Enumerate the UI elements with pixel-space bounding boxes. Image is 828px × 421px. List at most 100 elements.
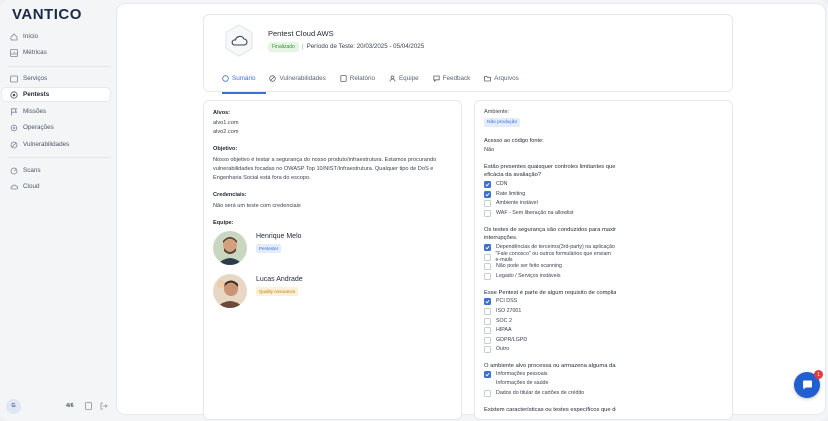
objective-label: Objetivo:: [213, 146, 238, 152]
sidebar-item-servicos[interactable]: Serviços: [2, 72, 110, 85]
tab-sumario[interactable]: Sumário: [222, 71, 255, 85]
sidebar-item-label: Operações: [23, 124, 54, 131]
checkbox-label: Ambiente instável: [496, 200, 538, 206]
checkbox-label: Dependências de terceiros(3rd-party) na …: [496, 244, 615, 250]
tab-label: Relatório: [349, 74, 375, 82]
cloud-hexagon-icon: [225, 24, 253, 57]
tab-arquivos[interactable]: Arquivos: [484, 71, 519, 85]
checkbox-label: Outro: [496, 346, 510, 352]
question-limiting-controls: Estão presentes quaisquer controles limi…: [484, 164, 616, 178]
member-avatar: [213, 231, 247, 265]
feedback-icon: [432, 75, 440, 82]
checkbox-checked[interactable]: [484, 180, 491, 188]
sidebar-item-cloud[interactable]: Cloud: [2, 180, 110, 193]
tab-label: Arquivos: [494, 74, 519, 82]
checkbox-unchecked[interactable]: [484, 389, 491, 397]
tab-vulnerabilidades[interactable]: Vulnerabilidades: [269, 71, 326, 85]
sidebar-item-missoes[interactable]: Missões: [2, 105, 110, 118]
question-sensitive-data: O ambiente alvo processa ou armazena alg…: [484, 363, 616, 369]
sidebar-item-label: Missões: [23, 108, 47, 115]
checkbox-label: ISO 27001: [496, 308, 522, 314]
credentials-label: Credenciais:: [213, 192, 247, 198]
user-avatar[interactable]: G: [6, 398, 21, 414]
checkbox-third-party[interactable]: Dependências de terceiros(3rd-party) na …: [484, 243, 615, 251]
checkbox-checked[interactable]: [484, 243, 491, 251]
checkbox-label: WAF - Sem liberação na allowlist: [496, 210, 574, 216]
team-icon: [389, 74, 396, 82]
checkbox-unchecked[interactable]: [484, 326, 491, 334]
checkbox-waf[interactable]: WAF - Sem liberação na allowlist: [484, 209, 574, 217]
role-badge: Pentester: [256, 244, 282, 253]
logout-icon[interactable]: [100, 402, 108, 410]
flag-icon: [10, 107, 18, 116]
checkbox-rate-limiting[interactable]: Rate limiting: [484, 190, 525, 198]
checkbox-unchecked[interactable]: [484, 199, 491, 207]
sidebar-item-label: Serviços: [23, 75, 48, 82]
checkbox-soc-2[interactable]: SOC 2: [484, 317, 512, 325]
home-icon: [10, 32, 18, 41]
environment-badge: Não produção: [484, 118, 521, 127]
checkbox-unchecked[interactable]: [484, 336, 491, 344]
checkbox-unchecked[interactable]: [484, 307, 491, 315]
checkbox-unchecked[interactable]: [484, 317, 491, 325]
checkbox-contact-forms[interactable]: "Fale conosco" ou outros formulários que…: [484, 251, 616, 263]
checkbox-legacy[interactable]: Legado / Serviços instáveis: [484, 272, 560, 280]
checkbox-gdpr-lgpd[interactable]: GDPR/LGPD: [484, 336, 527, 344]
member-name: Lucas Andrade: [256, 276, 303, 283]
checkbox-health-info[interactable]: Informações de saúde: [484, 379, 548, 387]
sidebar-item-inicio[interactable]: Início: [2, 30, 110, 43]
sidebar-item-pentests[interactable]: Pentests: [2, 88, 110, 101]
report-icon: [340, 74, 347, 82]
active-tab-indicator: [222, 92, 266, 94]
checkbox-unchecked[interactable]: [484, 253, 491, 261]
questionnaire-anchor: [357, 4, 358, 5]
checkbox-checked[interactable]: [484, 297, 491, 305]
sidebar-item-vulnerabilidades[interactable]: Vulnerabilidades: [2, 138, 110, 151]
source-label: Acesso ao código fonte:: [484, 138, 544, 144]
target-item: alvo2.com: [213, 129, 239, 135]
sidebar-item-label: Início: [23, 33, 39, 40]
cloud-icon: [10, 183, 18, 191]
tab-relatorio[interactable]: Relatório: [340, 71, 375, 85]
checkbox-checked[interactable]: [484, 190, 491, 198]
checkbox-checked[interactable]: [484, 370, 491, 378]
tab-label: Vulnerabilidades: [279, 74, 326, 82]
project-header: Pentest Cloud AWS Finalizado | Período de…: [203, 14, 733, 94]
tab-label: Feedback: [442, 74, 471, 82]
checkbox-label: Informações pessoais: [496, 371, 548, 377]
test-period-text: Período de Teste: 20/03/2025 - 05/04/202…: [306, 43, 425, 50]
sidebar-item-scans[interactable]: Scans: [2, 164, 110, 177]
target-icon: [10, 90, 18, 99]
checkbox-label: Não pode ser feito scanning: [496, 263, 562, 269]
sidebar-item-label: Pentests: [23, 91, 50, 98]
checkbox-pci-dss[interactable]: PCI DSS: [484, 297, 517, 305]
checkbox-unchecked[interactable]: [484, 209, 491, 217]
checkbox-unchecked[interactable]: [484, 272, 491, 280]
checkbox-label: Legado / Serviços instáveis: [496, 273, 561, 279]
checkbox-card-data[interactable]: Dados do titular de cartões de crédito: [484, 389, 584, 397]
app-logo: VANTICO: [12, 6, 82, 23]
tab-feedback[interactable]: Feedback: [432, 71, 471, 85]
member-avatar: [213, 274, 247, 308]
sidebar-item-operacoes[interactable]: Operações: [2, 121, 110, 134]
checkbox-ambiente-instavel[interactable]: Ambiente instável: [484, 199, 538, 207]
chart-icon: [10, 48, 18, 57]
checkbox-outro[interactable]: Outro: [484, 345, 509, 353]
checkbox-hipaa[interactable]: HIPAA: [484, 326, 512, 334]
credentials-value: Não será um teste com credenciais: [213, 203, 301, 209]
sidebar-item-metricas[interactable]: Métricas: [2, 46, 110, 59]
bug-icon: [10, 141, 18, 149]
tab-equipe[interactable]: Equipe: [389, 71, 419, 85]
checkbox-personal-info[interactable]: Informações pessoais: [484, 370, 548, 378]
checkbox-iso-27001[interactable]: ISO 27001: [484, 307, 521, 315]
checkbox-no-scanning[interactable]: Não pode ser feito scanning: [484, 262, 562, 270]
checkbox-unchecked[interactable]: [484, 345, 491, 353]
targets-label: Alvos:: [213, 110, 231, 116]
project-title: Pentest Cloud AWS: [268, 29, 334, 38]
test-period: | Período de Teste: 20/03/2025 - 05/04/20…: [302, 43, 425, 50]
checkbox-label: Dados do titular de cartões de crédito: [496, 390, 585, 396]
status-badge: Finalizado: [268, 42, 299, 52]
checkbox-unchecked[interactable]: [484, 262, 491, 270]
document-icon[interactable]: [84, 402, 92, 410]
checkbox-cdn[interactable]: CDN: [484, 180, 507, 188]
